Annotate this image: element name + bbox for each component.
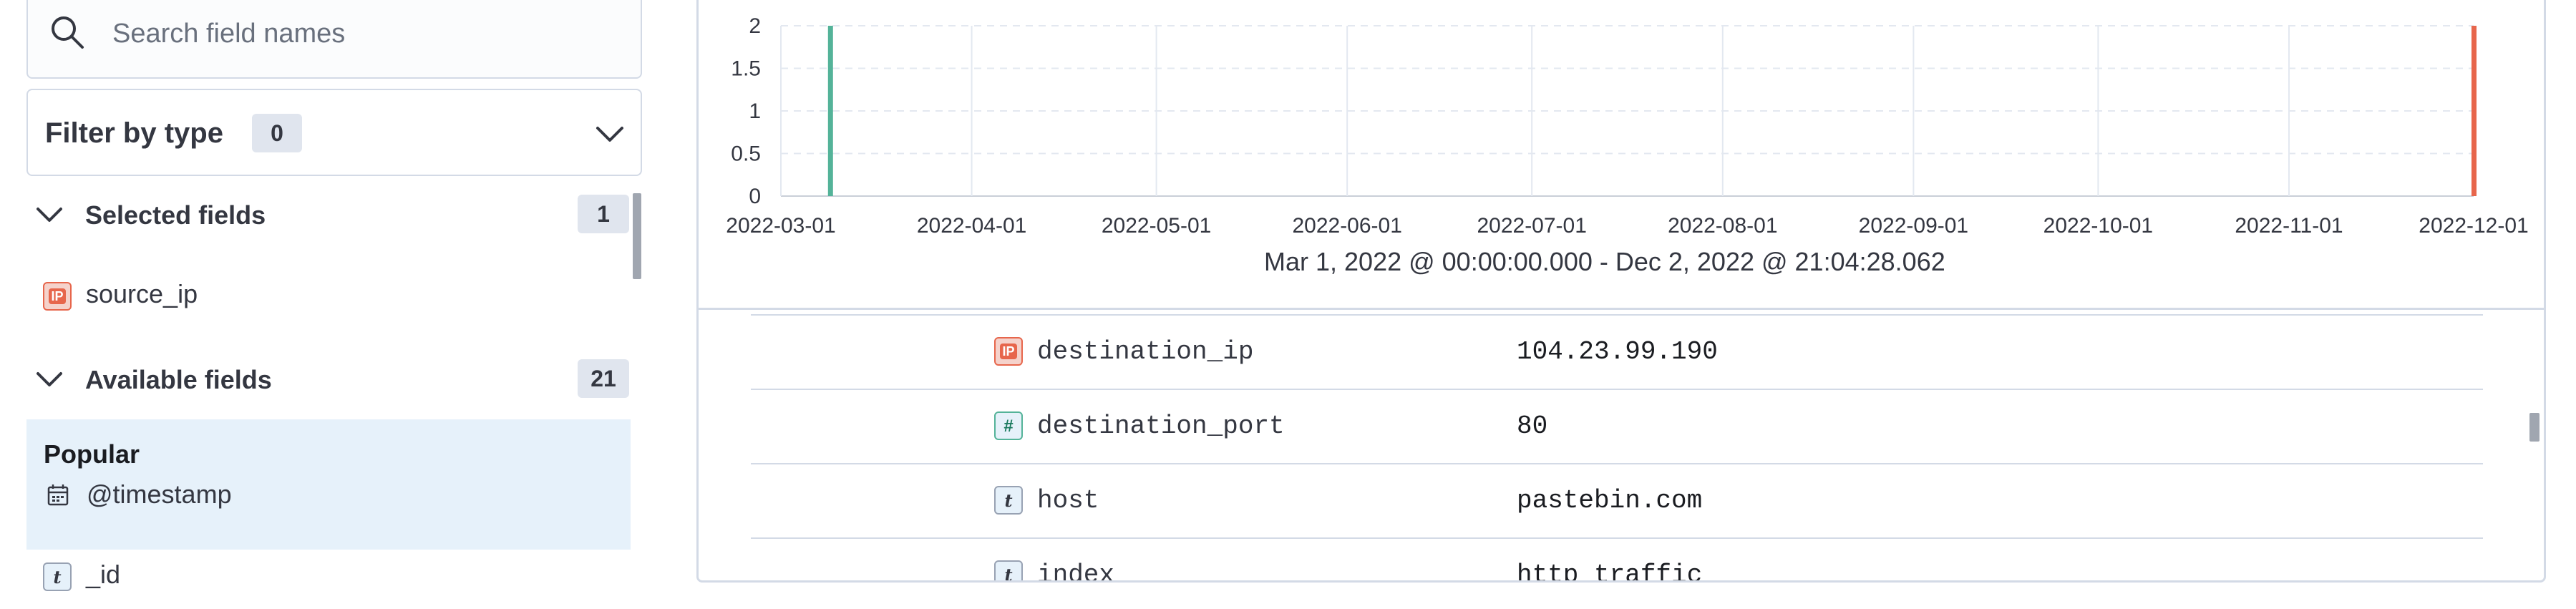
chevron-down-icon [37, 208, 62, 222]
selected-fields-count: 1 [578, 195, 629, 233]
chevron-down-icon [596, 127, 623, 142]
x-tick-label: 2022-03-01 [726, 214, 835, 238]
available-fields-toggle[interactable]: Available fields 21 [26, 352, 642, 409]
x-tick-label: 2022-09-01 [1859, 214, 1968, 238]
available-fields-count: 21 [578, 359, 629, 398]
selected-fields-title: Selected fields [85, 200, 266, 230]
document-scrollbar[interactable] [2529, 413, 2539, 442]
x-tick-label: 2022-07-01 [1477, 214, 1586, 238]
chart-divider [699, 308, 2544, 310]
search-field-names-input[interactable]: Search field names [26, 0, 642, 79]
ip-type-icon: IP [43, 282, 72, 311]
y-tick-label: 1 [749, 99, 761, 123]
search-icon [52, 16, 84, 49]
string-type-icon: t [994, 560, 1023, 580]
field-sidebar: Search field names Filter by type 0 Sele… [0, 0, 666, 609]
field-value: 104.23.99.190 [1517, 337, 1718, 366]
x-tick-label: 2022-12-01 [2419, 214, 2528, 238]
number-type-icon: # [994, 411, 1023, 440]
x-tick-label: 2022-11-01 [2235, 214, 2343, 238]
field-key: host [1037, 486, 1099, 515]
field-key: index [1037, 560, 1115, 583]
x-tick-label: 2022-10-01 [2043, 214, 2153, 238]
available-fields-title: Available fields [85, 365, 272, 394]
field-value: pastebin.com [1517, 486, 1703, 515]
y-tick-label: 0.5 [731, 142, 761, 166]
field-value: 80 [1517, 411, 1548, 441]
y-tick-label: 1.5 [731, 57, 761, 81]
selected-fields-toggle[interactable]: Selected fields 1 [26, 187, 642, 245]
x-tick-label: 2022-08-01 [1668, 214, 1777, 238]
chevron-down-icon [37, 372, 62, 386]
x-tick-label: 2022-06-01 [1292, 214, 1401, 238]
ip-type-icon: IP [994, 337, 1023, 366]
histogram-chart: 2 1.5 1 0.5 0 2022-03-01 2022-04-01 2022-05-01 2… [699, 0, 2544, 308]
field-key: destination_ip [1037, 337, 1254, 366]
table-row[interactable]: # destination_port 80 [751, 389, 2483, 464]
field-name: source_ip [86, 279, 198, 308]
discover-main-panel: 2 1.5 1 0.5 0 2022-03-01 2022-04-01 2022-05-01 2… [696, 0, 2546, 583]
x-tick-label: 2022-04-01 [917, 214, 1026, 238]
popular-fields-group: Popular @timestamp [26, 419, 631, 550]
field-name: @timestamp [87, 479, 232, 509]
popular-title: Popular [44, 439, 140, 469]
string-type-icon: t [43, 562, 72, 591]
histogram-svg: 2 1.5 1 0.5 0 2022-03-01 2022-04-01 2022-05-01 2… [726, 14, 2528, 238]
filter-by-type-label: Filter by type [45, 117, 223, 149]
search-placeholder: Search field names [112, 19, 346, 49]
field-name: _id [86, 560, 121, 589]
y-tick-label: 2 [749, 14, 761, 38]
histogram-bar [827, 26, 833, 196]
table-row[interactable]: t host pastebin.com [751, 463, 2483, 539]
x-tick-label: 2022-05-01 [1102, 214, 1211, 238]
time-range-label: Mar 1, 2022 @ 00:00:00.000 - Dec 2, 2022… [1264, 247, 1945, 276]
histogram-bar [2471, 26, 2477, 196]
sidebar-scrollbar[interactable] [633, 193, 641, 279]
filter-by-type-button[interactable]: Filter by type 0 [26, 89, 642, 176]
calendar-icon [47, 484, 69, 506]
y-tick-label: 0 [749, 185, 761, 208]
table-row[interactable]: IP destination_ip 104.23.99.190 [751, 314, 2483, 390]
field-value: http_traffic [1517, 560, 1703, 583]
table-row[interactable]: t index http_traffic [751, 537, 2483, 583]
filter-count-badge: 0 [252, 114, 302, 152]
string-type-icon: t [994, 486, 1023, 515]
field-key: destination_port [1037, 411, 1285, 441]
